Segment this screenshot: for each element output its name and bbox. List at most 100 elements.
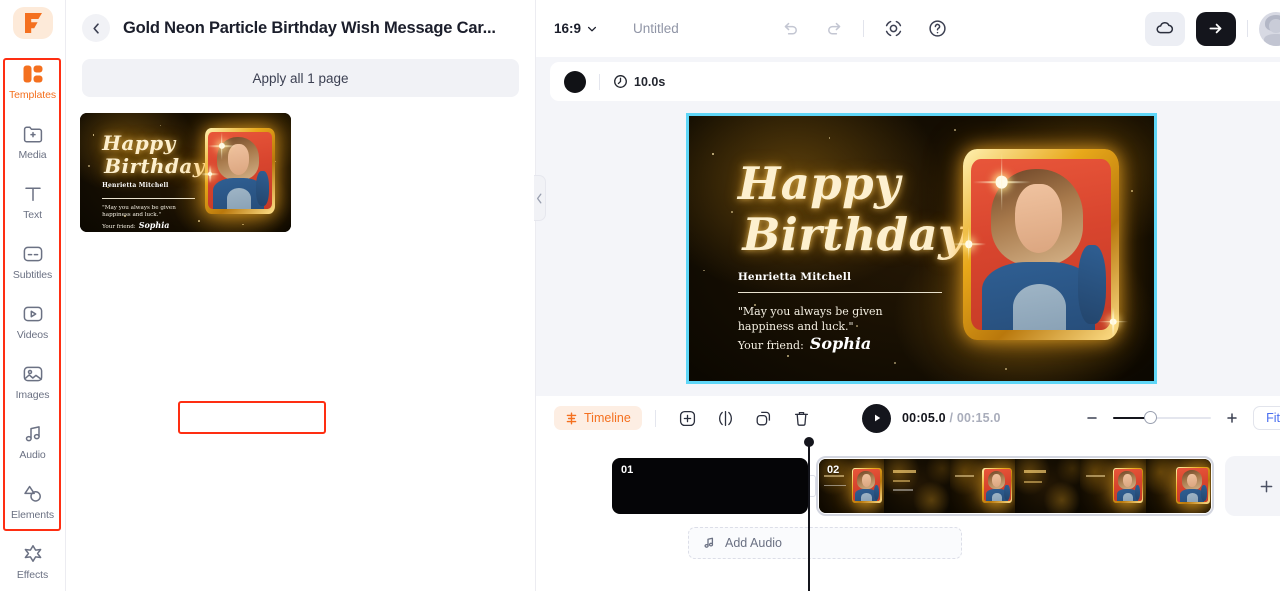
card-quote-line2: happiness and luck." <box>102 212 162 219</box>
filmstrip-frame <box>1080 459 1146 513</box>
play-button[interactable] <box>862 403 892 433</box>
text-t-icon <box>21 182 45 206</box>
timeline-section: Timeline 00:05.0 / 00:15.0 Fit 01 02 Add… <box>536 396 1280 591</box>
zoom-out-button[interactable] <box>1083 409 1101 427</box>
back-button[interactable] <box>82 14 110 42</box>
top-toolbar-center <box>775 14 952 44</box>
filmstrip-frame <box>1145 459 1211 513</box>
background-color-swatch[interactable] <box>564 70 586 93</box>
help-button[interactable] <box>922 14 952 44</box>
shapes-icon <box>21 482 45 506</box>
card-signoff: Your friend: <box>102 223 136 230</box>
card-photo-frame <box>204 127 276 214</box>
sparkle-star-icon <box>21 542 45 566</box>
card-photo-frame[interactable] <box>963 149 1120 340</box>
split-tool-button[interactable] <box>713 405 739 431</box>
add-clip-tool-button[interactable] <box>675 405 701 431</box>
undo-arrow-icon <box>784 22 797 35</box>
undo-button[interactable] <box>775 14 805 44</box>
card-photo <box>208 132 272 210</box>
app-logo[interactable] <box>12 7 53 39</box>
card-text-block[interactable]: Happy Birthday Henrietta Mitchell "May y… <box>737 157 965 354</box>
card-quote-line1: "May you always be given <box>102 204 176 211</box>
add-clip-button[interactable] <box>1225 456 1280 516</box>
zoom-slider[interactable] <box>1113 411 1212 425</box>
sidebar-item-audio[interactable]: Audio <box>0 411 65 471</box>
template-thumbnail-list: Happy Birthday Henrietta Mitchell "May y… <box>80 113 535 232</box>
minus-icon <box>1087 417 1097 419</box>
zoom-in-button[interactable] <box>1223 409 1241 427</box>
timeline-toolbar: Timeline 00:05.0 / 00:15.0 Fit <box>536 396 1280 440</box>
zoom-slider-knob[interactable] <box>1144 411 1158 424</box>
video-play-icon <box>21 302 45 326</box>
sidebar-item-elements[interactable]: Elements <box>0 471 65 531</box>
time-display: 00:05.0 / 00:15.0 <box>902 411 1001 425</box>
sidebar-item-effects[interactable]: Effects <box>0 531 65 591</box>
card-line1: Happy <box>102 131 176 156</box>
export-button[interactable] <box>1195 11 1236 46</box>
sidebar-item-templates[interactable]: Templates <box>0 51 65 111</box>
sidebar-item-label: Subtitles <box>12 268 53 281</box>
apply-all-button[interactable]: Apply all 1 page <box>82 59 519 97</box>
sidebar-item-media[interactable]: Media <box>0 111 65 171</box>
time-separator: / <box>945 411 957 425</box>
duplicate-tool-button[interactable] <box>751 405 777 431</box>
image-icon <box>21 362 45 386</box>
templates-panel: Gold Neon Particle Birthday Wish Message… <box>66 0 546 591</box>
top-toolbar: 16:9 Untitled <box>536 0 1280 57</box>
sidebar-item-subtitles[interactable]: Subtitles <box>0 231 65 291</box>
plus-icon <box>1227 413 1237 423</box>
app-root: Templates Media Text Subtitles Videos Im… <box>0 0 1280 591</box>
panel-title: Gold Neon Particle Birthday Wish Message… <box>123 18 496 37</box>
audio-track: Add Audio <box>688 527 1280 559</box>
timeline-clip[interactable]: 01 <box>612 458 808 514</box>
arrow-right-icon <box>1209 23 1222 34</box>
delete-tool-button[interactable] <box>789 405 815 431</box>
card-divider <box>102 197 195 199</box>
playhead[interactable] <box>803 437 814 591</box>
add-audio-button[interactable]: Add Audio <box>688 527 962 559</box>
timeline-divider <box>654 409 656 427</box>
card-artwork: Happy Birthday Henrietta Mitchell "May y… <box>80 113 291 232</box>
duration-control[interactable]: 10.0s <box>613 74 665 89</box>
fit-button[interactable]: Fit <box>1253 406 1280 430</box>
video-canvas[interactable]: Happy Birthday Henrietta Mitchell "May y… <box>686 113 1157 384</box>
redo-button[interactable] <box>819 14 849 44</box>
timeline-icon <box>566 412 577 424</box>
flexclip-f-icon <box>24 13 42 33</box>
sidebar-item-images[interactable]: Images <box>0 351 65 411</box>
project-name-input[interactable]: Untitled <box>633 21 679 36</box>
sidebar-item-label: Elements <box>11 508 54 521</box>
duration-value: 10.0s <box>634 74 666 89</box>
timeline-clip-selected[interactable]: 02 <box>816 456 1214 516</box>
card-signature: Sophia <box>809 334 872 354</box>
trash-icon <box>795 411 809 426</box>
clip-number: 02 <box>827 464 840 476</box>
top-toolbar-right <box>1144 11 1280 46</box>
card-artwork-preview: Happy Birthday Henrietta Mitchell "May y… <box>689 116 1154 381</box>
card-signoff: Your friend: <box>737 339 804 353</box>
card-recipient-name: Henrietta Mitchell <box>102 181 169 189</box>
panel-collapse-handle[interactable] <box>534 175 546 221</box>
template-thumbnail[interactable]: Happy Birthday Henrietta Mitchell "May y… <box>80 113 291 232</box>
tab-timeline[interactable]: Timeline <box>554 406 642 430</box>
card-signature: Sophia <box>138 219 170 230</box>
cloud-save-button[interactable] <box>1144 11 1185 46</box>
toolbar-divider <box>1246 20 1248 37</box>
redo-arrow-icon <box>827 22 841 35</box>
screen-record-button[interactable] <box>878 14 908 44</box>
sidebar-item-label: Videos <box>16 328 49 341</box>
current-time: 00:05.0 <box>902 411 946 425</box>
playhead-knob[interactable] <box>803 437 814 447</box>
avatar[interactable] <box>1258 11 1280 46</box>
timeline-tracks: 01 02 Add Audio <box>536 437 1280 591</box>
card-line2: Birthday <box>742 207 965 261</box>
aspect-ratio-selector[interactable]: 16:9 <box>554 21 597 36</box>
question-mark-icon <box>929 20 946 37</box>
plus-icon <box>1260 480 1272 492</box>
sidebar-item-text[interactable]: Text <box>0 171 65 231</box>
sidebar-item-videos[interactable]: Videos <box>0 291 65 351</box>
left-sidebar: Templates Media Text Subtitles Videos Im… <box>0 0 66 591</box>
card-line1: Happy <box>737 157 901 211</box>
zoom-controls: Fit <box>1083 406 1280 430</box>
